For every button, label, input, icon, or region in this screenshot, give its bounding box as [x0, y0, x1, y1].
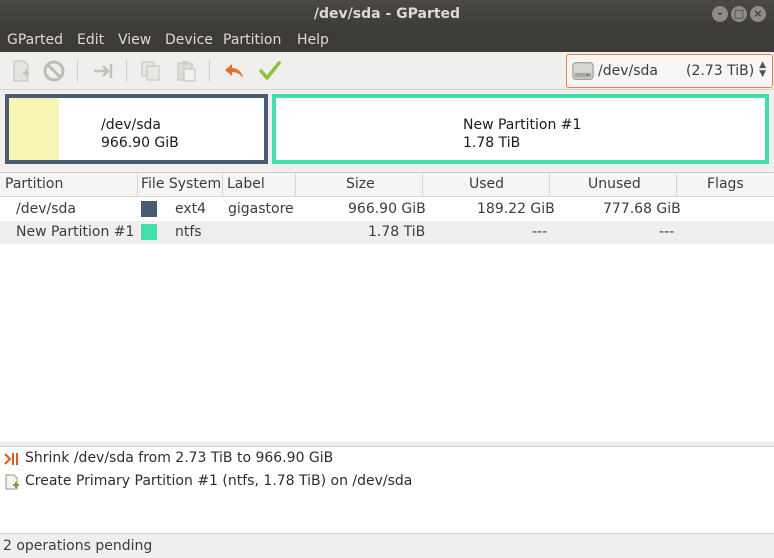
resize-move-icon[interactable] [91, 59, 115, 83]
title-bar: /dev/sda - GParted – □ × [0, 0, 774, 29]
menu-bar: GParted Edit View Device Partition Help [0, 29, 774, 52]
menu-device[interactable]: Device [165, 32, 213, 48]
used-space-bar [9, 98, 59, 160]
close-icon[interactable]: × [750, 6, 766, 22]
maximize-icon[interactable]: □ [731, 6, 747, 22]
column-divider [549, 173, 550, 197]
cell-label: gigastore [228, 201, 294, 217]
column-partition[interactable]: Partition [5, 176, 63, 192]
partition-block-size: 1.78 TiB [463, 135, 521, 151]
partition-table: Partition File System Label Size Used Un… [0, 172, 774, 441]
column-size[interactable]: Size [346, 176, 375, 192]
cell-partition: /dev/sda [16, 201, 76, 217]
column-divider [422, 173, 423, 197]
cell-unused: --- [659, 224, 675, 240]
copy-icon[interactable] [139, 59, 163, 83]
menu-help[interactable]: Help [297, 32, 329, 48]
filesystem-color-swatch [141, 224, 157, 240]
delete-icon[interactable] [42, 59, 66, 83]
column-used[interactable]: Used [469, 176, 504, 192]
partition-block-sda[interactable]: /dev/sda 966.90 GiB [5, 94, 268, 164]
cell-filesystem: ntfs [175, 224, 202, 240]
partition-block-size: 966.90 GiB [101, 135, 179, 151]
cell-used: --- [532, 224, 548, 240]
disk-map: /dev/sda 966.90 GiB New Partition #1 1.7… [0, 90, 774, 172]
cell-filesystem: ext4 [175, 201, 207, 217]
cell-size: 966.90 GiB [348, 201, 426, 217]
cell-unused: 777.68 GiB [603, 201, 681, 217]
menu-view[interactable]: View [118, 32, 151, 48]
new-partition-icon[interactable] [9, 59, 33, 83]
filesystem-color-swatch [141, 201, 157, 217]
hard-disk-icon [572, 62, 594, 80]
column-label[interactable]: Label [227, 176, 265, 192]
operations-list: Shrink /dev/sda from 2.73 TiB to 966.90 … [0, 446, 774, 533]
toolbar-separator [77, 60, 78, 82]
column-divider [222, 173, 223, 197]
column-flags[interactable]: Flags [707, 176, 744, 192]
column-divider [676, 173, 677, 197]
toolbar-separator [126, 60, 127, 82]
cell-size: 1.78 TiB [368, 224, 426, 240]
cell-used: 189.22 GiB [477, 201, 555, 217]
partition-block-name: /dev/sda [101, 117, 161, 133]
menu-edit[interactable]: Edit [77, 32, 104, 48]
apply-icon[interactable] [258, 59, 282, 83]
operation-item[interactable]: Create Primary Partition #1 (ntfs, 1.78 … [25, 473, 412, 489]
column-divider [295, 173, 296, 197]
paste-icon[interactable] [174, 59, 198, 83]
table-row[interactable]: /dev/sda ext4 gigastore 966.90 GiB 189.2… [0, 198, 774, 221]
column-divider [137, 173, 138, 197]
partition-block-new[interactable]: New Partition #1 1.78 TiB [272, 94, 769, 164]
status-text: 2 operations pending [3, 538, 153, 554]
column-filesystem[interactable]: File System [141, 176, 221, 192]
device-size: (2.73 TiB) [686, 63, 755, 79]
cell-partition: New Partition #1 [16, 224, 135, 240]
device-name: /dev/sda [598, 63, 658, 79]
menu-partition[interactable]: Partition [223, 32, 281, 48]
menu-gparted[interactable]: GParted [7, 32, 63, 48]
device-selector[interactable]: /dev/sda (2.73 TiB) ▲ ▼ [566, 54, 773, 88]
create-partition-icon [5, 474, 19, 490]
table-header: Partition File System Label Size Used Un… [0, 173, 774, 197]
column-unused[interactable]: Unused [588, 176, 641, 192]
window-title: /dev/sda - GParted [313, 6, 461, 22]
operation-item[interactable]: Shrink /dev/sda from 2.73 TiB to 966.90 … [25, 450, 333, 466]
undo-icon[interactable] [222, 59, 246, 83]
chevron-updown-icon: ▲ ▼ [759, 60, 766, 79]
minimize-icon[interactable]: – [712, 6, 728, 22]
status-bar: 2 operations pending [0, 533, 774, 558]
table-row[interactable]: New Partition #1 ntfs 1.78 TiB --- --- [0, 221, 774, 244]
shrink-icon [4, 453, 18, 465]
partition-block-name: New Partition #1 [463, 117, 582, 133]
toolbar-separator [209, 60, 210, 82]
